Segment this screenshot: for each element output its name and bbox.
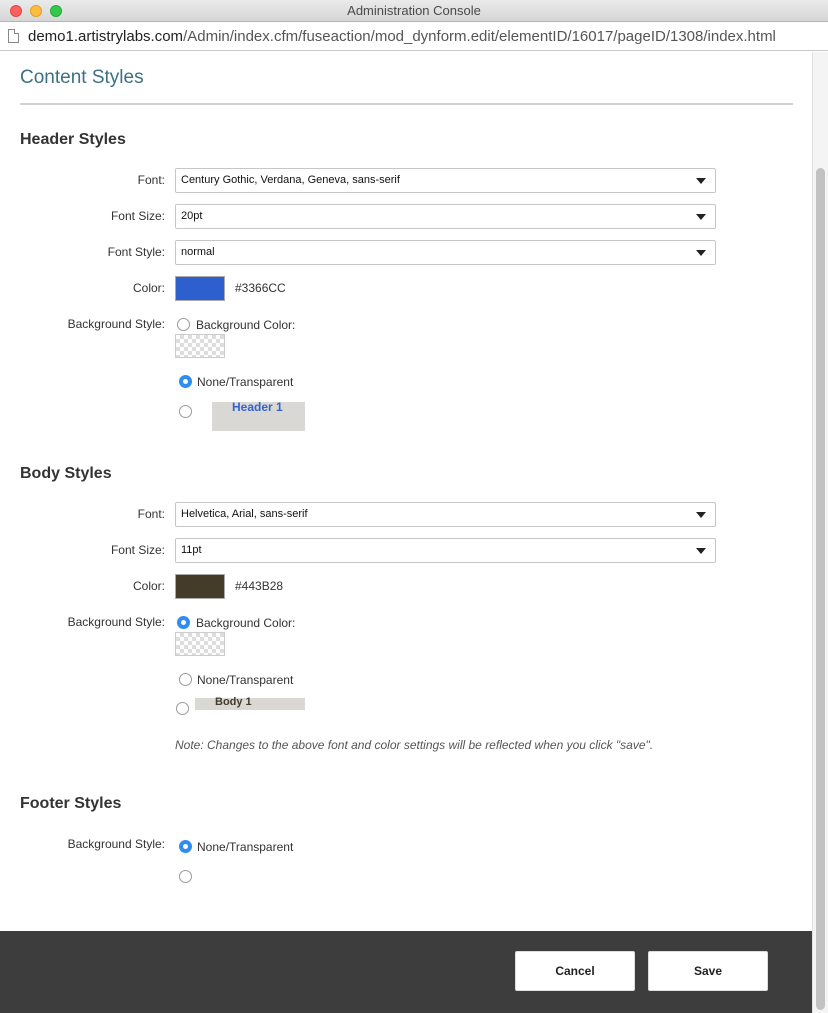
header-font-value: Century Gothic, Verdana, Geneva, sans-se… <box>181 174 400 186</box>
body-color-swatch[interactable] <box>175 574 225 599</box>
scrollbar-thumb[interactable] <box>816 168 825 1010</box>
zoom-window-button[interactable] <box>50 5 62 17</box>
chevron-down-icon <box>696 178 706 184</box>
address-bar[interactable]: demo1.artistrylabs.com/Admin/index.cfm/f… <box>0 23 828 51</box>
header-styles-title: Header Styles <box>20 131 126 148</box>
action-bar: Cancel Save <box>0 931 812 1013</box>
header-color-hex: #3366CC <box>235 281 286 295</box>
header-color-label: Color: <box>132 281 165 295</box>
cancel-button[interactable]: Cancel <box>515 951 635 991</box>
body-color-hex: #443B28 <box>235 579 284 593</box>
header-none-radio[interactable] <box>179 375 192 388</box>
title-divider <box>20 103 793 105</box>
body-font-size-select[interactable]: 11pt <box>175 538 716 563</box>
header-bg-color-swatch[interactable] <box>175 334 225 358</box>
body-bg-color-label: Background Color: <box>196 616 296 630</box>
body-font-label: Font: <box>137 507 165 521</box>
header-font-size-select[interactable]: 20pt <box>175 204 716 229</box>
minimize-window-button[interactable] <box>30 5 42 17</box>
title-bar: Administration Console <box>0 0 828 22</box>
url-host: demo1.artistrylabs.com <box>28 28 184 45</box>
close-window-button[interactable] <box>10 5 22 17</box>
header-bg-color-radio[interactable] <box>177 318 190 331</box>
header-color-swatch[interactable] <box>175 276 225 301</box>
footer-styles-title: Footer Styles <box>20 795 122 812</box>
body-none-label: None/Transparent <box>197 673 294 687</box>
footer-none-label: None/Transparent <box>197 840 294 854</box>
body-font-select[interactable]: Helvetica, Arial, sans-serif <box>175 502 716 527</box>
body-bg-color-swatch[interactable] <box>175 632 225 656</box>
header-font-size-value: 20pt <box>181 210 203 222</box>
chevron-down-icon <box>696 250 706 256</box>
footer-preview-radio[interactable] <box>179 870 192 883</box>
url-path: /Admin/index.cfm/fuseaction/mod_dynform.… <box>183 28 776 45</box>
header-font-style-label: Font Style: <box>107 245 165 259</box>
header-preview-radio[interactable] <box>179 405 192 418</box>
page-title: Content Styles <box>20 67 144 88</box>
body-font-value: Helvetica, Arial, sans-serif <box>181 508 308 520</box>
body-font-size-label: Font Size: <box>110 543 165 557</box>
header-font-size-label: Font Size: <box>110 209 165 223</box>
body-styles-title: Body Styles <box>20 465 112 482</box>
window-title: Administration Console <box>347 3 481 18</box>
body-preview-text: Body 1 <box>215 696 252 708</box>
address-url[interactable]: demo1.artistrylabs.com/Admin/index.cfm/f… <box>28 28 776 45</box>
chevron-down-icon <box>696 214 706 220</box>
body-font-size-value: 11pt <box>181 544 202 556</box>
body-bg-color-radio[interactable] <box>177 616 190 629</box>
footer-none-radio[interactable] <box>179 840 192 853</box>
body-none-radio[interactable] <box>179 673 192 686</box>
chevron-down-icon <box>696 512 706 518</box>
save-note: Note: Changes to the above font and colo… <box>175 738 654 752</box>
document-icon <box>8 29 19 43</box>
header-font-select[interactable]: Century Gothic, Verdana, Geneva, sans-se… <box>175 168 716 193</box>
body-preview-radio[interactable] <box>176 702 189 715</box>
header-none-label: None/Transparent <box>197 375 294 389</box>
header-bg-color-label: Background Color: <box>196 318 296 332</box>
header-font-label: Font: <box>137 173 165 187</box>
chevron-down-icon <box>696 548 706 554</box>
header-font-style-select[interactable]: normal <box>175 240 716 265</box>
app-window: Administration Console demo1.artistrylab… <box>0 0 828 1013</box>
header-font-style-value: normal <box>181 246 215 258</box>
header-preview-text: Header 1 <box>232 400 283 414</box>
body-style-preview[interactable]: Body 1 <box>195 696 305 710</box>
body-bg-style-label: Background Style: <box>67 615 165 629</box>
footer-bg-style-label: Background Style: <box>67 837 165 851</box>
header-bg-style-label: Background Style: <box>67 317 165 331</box>
save-button[interactable]: Save <box>648 951 768 991</box>
header-style-preview[interactable]: Header 1 <box>212 400 305 431</box>
body-color-label: Color: <box>132 579 165 593</box>
content-area: Content Styles Header Styles Font: Centu… <box>0 52 812 931</box>
